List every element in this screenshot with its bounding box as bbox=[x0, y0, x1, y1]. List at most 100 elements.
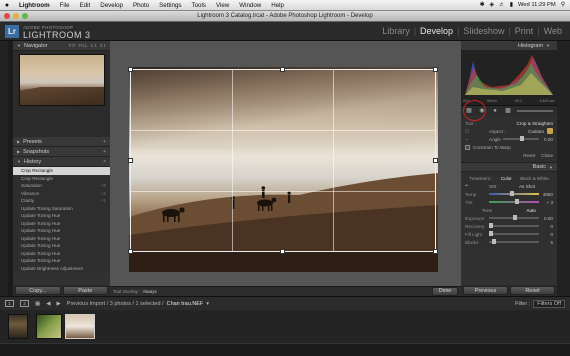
blacks-value[interactable]: 5 bbox=[539, 240, 553, 245]
module-library[interactable]: Library bbox=[380, 26, 412, 36]
crop-handle-top[interactable] bbox=[280, 67, 285, 72]
graduated-filter-tool-icon[interactable]: ▩ bbox=[504, 108, 512, 114]
previous-button[interactable]: Previous bbox=[463, 286, 508, 295]
add-snapshot-icon[interactable]: + bbox=[103, 149, 106, 155]
wifi-icon[interactable]: ◈ bbox=[489, 2, 493, 8]
page-2-button[interactable]: 2 bbox=[20, 300, 29, 307]
navigator-header[interactable]: ▼ Navigator FIT FILL 1:1 3:1 bbox=[13, 41, 110, 51]
crop-rectangle[interactable] bbox=[128, 67, 438, 254]
module-web[interactable]: Web bbox=[542, 26, 564, 36]
slider-knob[interactable] bbox=[489, 223, 493, 228]
history-item[interactable]: Crop Rectangle bbox=[13, 167, 110, 175]
copy-settings-button[interactable]: Copy... bbox=[15, 286, 61, 295]
zoom-window-icon[interactable] bbox=[22, 13, 28, 19]
history-item[interactable]: Saturation +2 bbox=[13, 182, 110, 190]
filmstrip[interactable] bbox=[0, 310, 570, 343]
history-item[interactable]: Update Toning Hue bbox=[13, 235, 110, 243]
aspect-lock-icon[interactable] bbox=[547, 128, 553, 134]
menu-settings[interactable]: Settings bbox=[154, 2, 186, 9]
spotlight-icon[interactable]: ⚲ bbox=[561, 2, 565, 8]
dropdown-arrow-icon[interactable]: ▾ bbox=[206, 301, 209, 307]
adjustment-brush-slider[interactable] bbox=[517, 110, 553, 112]
menu-tools[interactable]: Tools bbox=[186, 2, 210, 9]
menu-edit[interactable]: Edit bbox=[75, 2, 96, 9]
history-header[interactable]: ▼ History × bbox=[13, 157, 110, 167]
crop-handle-bottom-right[interactable] bbox=[433, 249, 438, 254]
filmstrip-thumbnail[interactable] bbox=[8, 314, 28, 339]
temp-value[interactable]: 4650 bbox=[539, 192, 553, 197]
menu-develop[interactable]: Develop bbox=[95, 2, 128, 9]
wb-picker-icon[interactable]: ✒ bbox=[465, 183, 489, 189]
menu-help[interactable]: Help bbox=[266, 2, 289, 9]
crop-handle-right[interactable] bbox=[433, 157, 438, 163]
menu-file[interactable]: File bbox=[55, 2, 75, 9]
slider-knob[interactable] bbox=[520, 136, 525, 141]
crop-handle-bottom-left[interactable] bbox=[128, 249, 133, 254]
crop-handle-bottom[interactable] bbox=[280, 249, 285, 254]
zoom-3-1[interactable]: 3:1 bbox=[100, 43, 106, 48]
histogram[interactable]: ISO 50mm f/8.0 1/400 sec bbox=[461, 51, 557, 106]
paste-settings-button[interactable]: Paste bbox=[62, 286, 108, 295]
history-item[interactable]: Update Toning Hue bbox=[13, 242, 110, 250]
zoom-fit[interactable]: FIT bbox=[69, 43, 76, 48]
presets-header[interactable]: ▶ Presets + bbox=[13, 137, 110, 147]
apple-menu-icon[interactable]: ● bbox=[0, 2, 14, 9]
left-panel-edge[interactable] bbox=[0, 41, 8, 296]
angle-value[interactable]: 0.00 bbox=[539, 137, 553, 142]
history-item[interactable]: Update Toning Saturation bbox=[13, 205, 110, 213]
fill-light-value[interactable]: 0 bbox=[539, 232, 553, 237]
filter-select[interactable]: Filters Off bbox=[533, 299, 565, 308]
histogram-header[interactable]: Histogram ▼ bbox=[461, 41, 557, 51]
crop-handle-left[interactable] bbox=[128, 157, 133, 163]
slider-knob[interactable] bbox=[489, 231, 493, 236]
grid-view-icon[interactable]: ▦ bbox=[35, 301, 40, 307]
menu-window[interactable]: Window bbox=[234, 2, 266, 9]
page-1-button[interactable]: 1 bbox=[5, 300, 14, 307]
module-print[interactable]: Print bbox=[513, 26, 536, 36]
history-item[interactable]: Update Toning Hue bbox=[13, 257, 110, 265]
wb-select[interactable]: As Shot bbox=[501, 184, 553, 189]
menu-photo[interactable]: Photo bbox=[128, 2, 154, 9]
right-panel-edge[interactable] bbox=[557, 41, 570, 296]
history-item[interactable]: Update Toning Hue bbox=[13, 227, 110, 235]
module-develop[interactable]: Develop bbox=[418, 26, 455, 36]
battery-icon[interactable]: ▮ bbox=[510, 2, 513, 8]
crop-close-button[interactable]: Close bbox=[541, 153, 553, 158]
close-window-icon[interactable] bbox=[4, 13, 10, 19]
constrain-checkbox[interactable] bbox=[465, 144, 470, 150]
treatment-color[interactable]: Color bbox=[501, 176, 512, 181]
history-item[interactable]: Update Brightness Adjustment bbox=[13, 265, 110, 273]
exposure-slider[interactable] bbox=[489, 215, 539, 220]
history-item[interactable]: Clarity +1 bbox=[13, 197, 110, 205]
recovery-slider[interactable] bbox=[489, 223, 539, 228]
blacks-slider[interactable] bbox=[489, 239, 539, 244]
slider-knob[interactable] bbox=[510, 191, 514, 196]
tint-value[interactable]: + 3 bbox=[539, 200, 553, 205]
crop-handle-top-left[interactable] bbox=[128, 67, 133, 72]
slider-knob[interactable] bbox=[515, 199, 519, 204]
zoom-1-1[interactable]: 1:1 bbox=[90, 43, 96, 48]
navigator-preview[interactable] bbox=[13, 51, 110, 109]
straighten-tool-icon[interactable]: ─ bbox=[465, 137, 489, 142]
filmstrip-source[interactable]: Previous Import / 3 photos / 1 selected … bbox=[67, 301, 209, 307]
bluetooth-icon[interactable]: ✱ bbox=[480, 2, 485, 8]
history-item[interactable]: Update Toning Hue bbox=[13, 212, 110, 220]
reset-button[interactable]: Reset bbox=[510, 286, 555, 295]
add-preset-icon[interactable]: + bbox=[103, 139, 106, 145]
temp-slider[interactable] bbox=[489, 191, 539, 196]
module-slideshow[interactable]: Slideshow bbox=[461, 26, 506, 36]
slider-knob[interactable] bbox=[513, 215, 517, 220]
tool-overlay-select[interactable]: Always bbox=[143, 289, 157, 294]
crop-frame-tool-icon[interactable]: ▢ bbox=[465, 128, 489, 134]
clock[interactable]: Wed 11:29 PM bbox=[518, 2, 556, 8]
filmstrip-thumbnail-selected[interactable] bbox=[65, 314, 95, 339]
clear-history-icon[interactable]: × bbox=[103, 159, 106, 165]
menu-lightroom[interactable]: Lightroom bbox=[14, 2, 55, 9]
snapshots-header[interactable]: ▶ Snapshots + bbox=[13, 147, 110, 157]
auto-tone-button[interactable]: Auto bbox=[526, 208, 535, 213]
history-item[interactable]: Update Toning Hue bbox=[13, 250, 110, 258]
treatment-bw[interactable]: Black & White bbox=[520, 176, 549, 181]
crop-handle-top-right[interactable] bbox=[433, 67, 438, 72]
crop-reset-button[interactable]: Reset bbox=[523, 153, 535, 158]
volume-icon[interactable]: ♬ bbox=[499, 2, 505, 8]
